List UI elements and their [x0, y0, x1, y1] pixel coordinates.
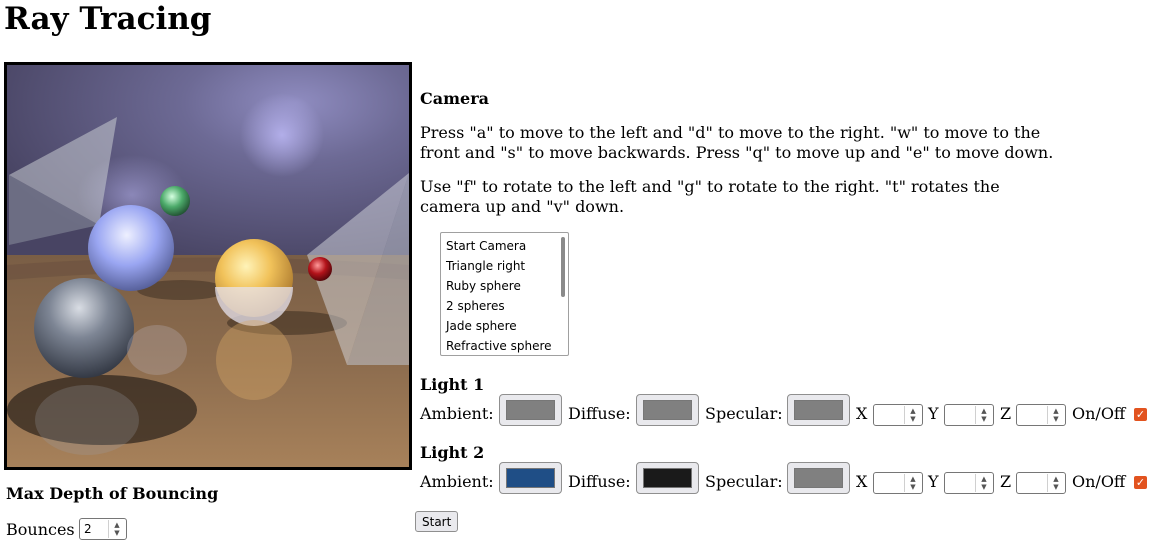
light2-heading: Light 2 — [420, 443, 485, 462]
light2-y-label: Y — [928, 472, 939, 491]
light2-ambient-swatch — [506, 468, 555, 488]
camera-option[interactable]: Triangle right — [446, 256, 525, 276]
light1-x-label: X — [856, 404, 868, 423]
light2-z-label: Z — [1000, 472, 1012, 491]
light2-ambient-color[interactable] — [499, 462, 562, 494]
light1-ambient-label: Ambient: — [420, 404, 494, 423]
blue-reflection — [127, 325, 187, 375]
list-scrollbar[interactable] — [561, 237, 565, 297]
light2-onoff-checkbox[interactable]: ✓ — [1134, 476, 1147, 489]
light2-z-input[interactable]: ▲ ▼ — [1016, 472, 1066, 494]
spinner[interactable]: ▲ ▼ — [975, 474, 992, 492]
light1-diffuse-swatch — [643, 400, 692, 420]
gray-sphere — [34, 278, 134, 378]
camera-heading: Camera — [420, 89, 490, 108]
light2-x-input[interactable]: ▲ ▼ — [873, 472, 923, 494]
light1-specular-swatch — [794, 400, 843, 420]
gray-reflection — [35, 385, 139, 455]
light2-diffuse-label: Diffuse: — [568, 472, 631, 491]
bounces-label: Bounces — [6, 520, 75, 539]
light-glow — [240, 93, 324, 177]
gold-reflection — [216, 320, 292, 400]
blue-sphere — [88, 205, 174, 291]
render-canvas[interactable] — [4, 62, 412, 470]
spinner[interactable]: ▲ ▼ — [1047, 406, 1064, 424]
depth-heading: Max Depth of Bouncing — [6, 484, 219, 503]
light1-onoff-label: On/Off — [1072, 404, 1126, 423]
light2-specular-color[interactable] — [787, 462, 850, 494]
camera-instructions-move: Press "a" to move to the left and "d" to… — [420, 123, 1054, 162]
light2-diffuse-swatch — [643, 468, 692, 488]
camera-option[interactable]: Refractive sphere — [446, 336, 552, 355]
jade-sphere — [160, 186, 190, 216]
ruby-sphere — [308, 257, 332, 281]
camera-option[interactable]: 2 spheres — [446, 296, 505, 316]
light2-specular-label: Specular: — [705, 472, 783, 491]
light1-z-input[interactable]: ▲ ▼ — [1016, 404, 1066, 426]
light1-diffuse-color[interactable] — [636, 394, 699, 426]
camera-option[interactable]: Start Camera — [446, 236, 526, 256]
light1-diffuse-label: Diffuse: — [568, 404, 631, 423]
spinner[interactable]: ▲ ▼ — [975, 406, 992, 424]
light1-specular-label: Specular: — [705, 404, 783, 423]
light1-specular-color[interactable] — [787, 394, 850, 426]
camera-select-list[interactable]: Start Camera Triangle right Ruby sphere … — [440, 232, 569, 356]
light2-ambient-label: Ambient: — [420, 472, 494, 491]
spinner[interactable]: ▲ ▼ — [1047, 474, 1064, 492]
camera-option[interactable]: Jade sphere — [446, 316, 517, 336]
camera-instructions-rotate: Use "f" to rotate to the left and "g" to… — [420, 177, 1000, 216]
light1-y-input[interactable]: ▲ ▼ — [944, 404, 994, 426]
spinner[interactable]: ▲ ▼ — [904, 406, 921, 424]
light2-specular-swatch — [794, 468, 843, 488]
light2-onoff-label: On/Off — [1072, 472, 1126, 491]
bounces-input[interactable]: 2 ▲ ▼ — [79, 518, 127, 540]
light2-x-label: X — [856, 472, 868, 491]
light1-ambient-color[interactable] — [499, 394, 562, 426]
light1-ambient-swatch — [506, 400, 555, 420]
start-button[interactable]: Start — [415, 511, 459, 532]
bounces-value: 2 — [84, 522, 92, 536]
light2-diffuse-color[interactable] — [636, 462, 699, 494]
light1-x-input[interactable]: ▲ ▼ — [873, 404, 923, 426]
bounces-spinner[interactable]: ▲ ▼ — [108, 520, 125, 538]
light1-y-label: Y — [928, 404, 939, 423]
spinner[interactable]: ▲ ▼ — [904, 474, 921, 492]
light1-onoff-checkbox[interactable]: ✓ — [1134, 408, 1147, 421]
light1-z-label: Z — [1000, 404, 1012, 423]
page-title: Ray Tracing — [4, 1, 212, 37]
light1-heading: Light 1 — [420, 375, 485, 394]
light2-y-input[interactable]: ▲ ▼ — [944, 472, 994, 494]
camera-option[interactable]: Ruby sphere — [446, 276, 521, 296]
